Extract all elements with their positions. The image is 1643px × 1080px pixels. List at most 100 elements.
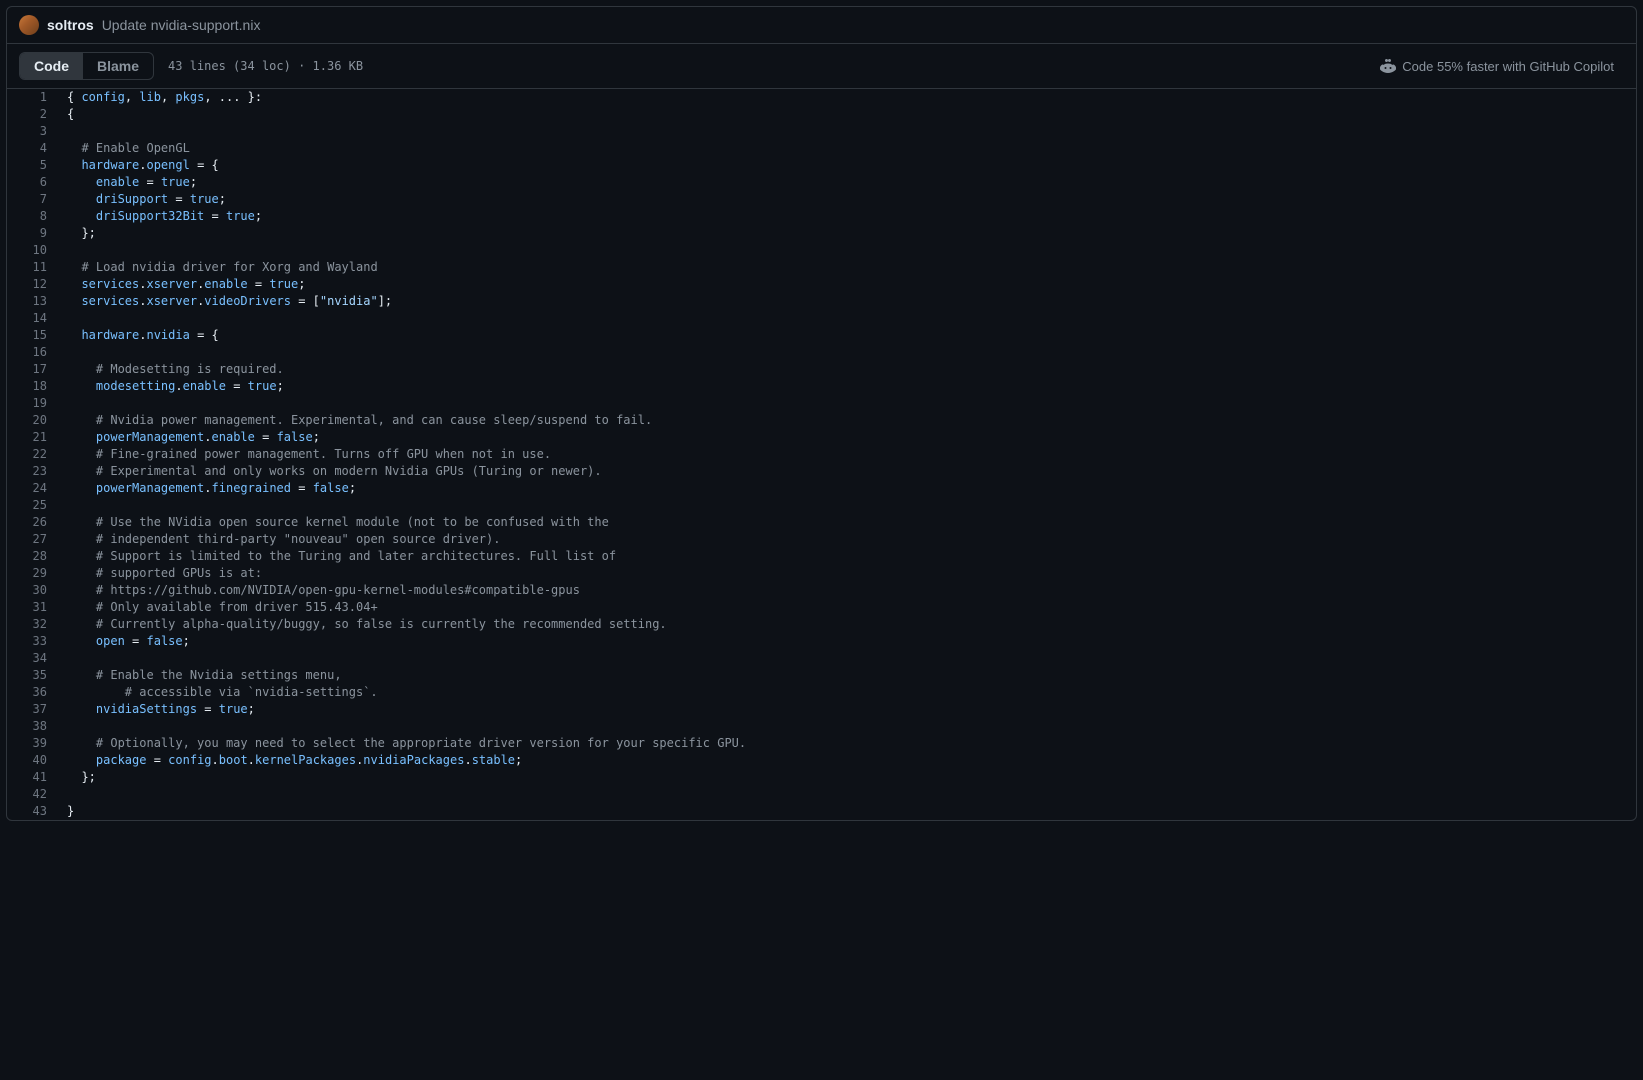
line-content[interactable]: # supported GPUs is at: xyxy=(67,565,262,582)
code-line[interactable]: 39 # Optionally, you may need to select … xyxy=(7,735,1636,752)
code-line[interactable]: 34 xyxy=(7,650,1636,667)
code-line[interactable]: 22 # Fine-grained power management. Turn… xyxy=(7,446,1636,463)
code-line[interactable]: 25 xyxy=(7,497,1636,514)
line-number[interactable]: 13 xyxy=(7,293,67,310)
line-content[interactable]: # https://github.com/NVIDIA/open-gpu-ker… xyxy=(67,582,580,599)
line-number[interactable]: 18 xyxy=(7,378,67,395)
line-content[interactable]: # Modesetting is required. xyxy=(67,361,284,378)
line-number[interactable]: 22 xyxy=(7,446,67,463)
line-content[interactable]: services.xserver.enable = true; xyxy=(67,276,305,293)
line-number[interactable]: 15 xyxy=(7,327,67,344)
code-line[interactable]: 7 driSupport = true; xyxy=(7,191,1636,208)
line-number[interactable]: 8 xyxy=(7,208,67,225)
code-line[interactable]: 42 xyxy=(7,786,1636,803)
code-line[interactable]: 20 # Nvidia power management. Experiment… xyxy=(7,412,1636,429)
line-number[interactable]: 2 xyxy=(7,106,67,123)
code-line[interactable]: 41 }; xyxy=(7,769,1636,786)
line-content[interactable]: enable = true; xyxy=(67,174,197,191)
line-number[interactable]: 37 xyxy=(7,701,67,718)
line-content[interactable]: { config, lib, pkgs, ... }: xyxy=(67,89,262,106)
author-name[interactable]: soltros xyxy=(47,17,94,33)
code-line[interactable]: 24 powerManagement.finegrained = false; xyxy=(7,480,1636,497)
code-line[interactable]: 6 enable = true; xyxy=(7,174,1636,191)
code-line[interactable]: 33 open = false; xyxy=(7,633,1636,650)
code-line[interactable]: 28 # Support is limited to the Turing an… xyxy=(7,548,1636,565)
code-line[interactable]: 40 package = config.boot.kernelPackages.… xyxy=(7,752,1636,769)
line-number[interactable]: 31 xyxy=(7,599,67,616)
code-line[interactable]: 12 services.xserver.enable = true; xyxy=(7,276,1636,293)
line-content[interactable]: modesetting.enable = true; xyxy=(67,378,284,395)
line-number[interactable]: 38 xyxy=(7,718,67,735)
code-line[interactable]: 11 # Load nvidia driver for Xorg and Way… xyxy=(7,259,1636,276)
line-content[interactable]: # independent third-party "nouveau" open… xyxy=(67,531,500,548)
line-number[interactable]: 42 xyxy=(7,786,67,803)
line-number[interactable]: 26 xyxy=(7,514,67,531)
line-number[interactable]: 11 xyxy=(7,259,67,276)
line-number[interactable]: 27 xyxy=(7,531,67,548)
line-number[interactable]: 21 xyxy=(7,429,67,446)
line-content[interactable]: powerManagement.enable = false; xyxy=(67,429,320,446)
line-number[interactable]: 33 xyxy=(7,633,67,650)
line-content[interactable]: # Optionally, you may need to select the… xyxy=(67,735,746,752)
line-number[interactable]: 36 xyxy=(7,684,67,701)
code-tab[interactable]: Code xyxy=(20,53,83,79)
line-content[interactable]: package = config.boot.kernelPackages.nvi… xyxy=(67,752,522,769)
line-content[interactable]: }; xyxy=(67,769,96,786)
line-content[interactable]: # Fine-grained power management. Turns o… xyxy=(67,446,551,463)
code-line[interactable]: 26 # Use the NVidia open source kernel m… xyxy=(7,514,1636,531)
line-number[interactable]: 19 xyxy=(7,395,67,412)
code-line[interactable]: 14 xyxy=(7,310,1636,327)
code-line[interactable]: 8 driSupport32Bit = true; xyxy=(7,208,1636,225)
code-line[interactable]: 16 xyxy=(7,344,1636,361)
line-content[interactable]: # Currently alpha-quality/buggy, so fals… xyxy=(67,616,667,633)
code-line[interactable]: 31 # Only available from driver 515.43.0… xyxy=(7,599,1636,616)
line-content[interactable]: driSupport = true; xyxy=(67,191,226,208)
line-number[interactable]: 9 xyxy=(7,225,67,242)
line-content[interactable]: # Use the NVidia open source kernel modu… xyxy=(67,514,609,531)
line-number[interactable]: 20 xyxy=(7,412,67,429)
line-number[interactable]: 12 xyxy=(7,276,67,293)
line-number[interactable]: 32 xyxy=(7,616,67,633)
line-content[interactable]: services.xserver.videoDrivers = ["nvidia… xyxy=(67,293,392,310)
code-line[interactable]: 29 # supported GPUs is at: xyxy=(7,565,1636,582)
line-number[interactable]: 34 xyxy=(7,650,67,667)
line-number[interactable]: 43 xyxy=(7,803,67,820)
code-line[interactable]: 17 # Modesetting is required. xyxy=(7,361,1636,378)
line-number[interactable]: 24 xyxy=(7,480,67,497)
line-number[interactable]: 39 xyxy=(7,735,67,752)
code-line[interactable]: 5 hardware.opengl = { xyxy=(7,157,1636,174)
code-line[interactable]: 9 }; xyxy=(7,225,1636,242)
line-content[interactable]: # accessible via `nvidia-settings`. xyxy=(67,684,378,701)
line-number[interactable]: 5 xyxy=(7,157,67,174)
code-line[interactable]: 1{ config, lib, pkgs, ... }: xyxy=(7,89,1636,106)
code-line[interactable]: 36 # accessible via `nvidia-settings`. xyxy=(7,684,1636,701)
line-content[interactable]: driSupport32Bit = true; xyxy=(67,208,262,225)
code-line[interactable]: 38 xyxy=(7,718,1636,735)
line-content[interactable]: # Support is limited to the Turing and l… xyxy=(67,548,616,565)
line-content[interactable]: }; xyxy=(67,225,96,242)
code-line[interactable]: 2{ xyxy=(7,106,1636,123)
author-avatar[interactable] xyxy=(19,15,39,35)
code-line[interactable]: 13 services.xserver.videoDrivers = ["nvi… xyxy=(7,293,1636,310)
code-line[interactable]: 35 # Enable the Nvidia settings menu, xyxy=(7,667,1636,684)
line-number[interactable]: 4 xyxy=(7,140,67,157)
code-line[interactable]: 10 xyxy=(7,242,1636,259)
line-number[interactable]: 30 xyxy=(7,582,67,599)
line-number[interactable]: 6 xyxy=(7,174,67,191)
line-number[interactable]: 41 xyxy=(7,769,67,786)
code-line[interactable]: 21 powerManagement.enable = false; xyxy=(7,429,1636,446)
code-line[interactable]: 43} xyxy=(7,803,1636,820)
line-content[interactable]: # Only available from driver 515.43.04+ xyxy=(67,599,378,616)
line-number[interactable]: 16 xyxy=(7,344,67,361)
line-number[interactable]: 1 xyxy=(7,89,67,106)
line-number[interactable]: 17 xyxy=(7,361,67,378)
line-number[interactable]: 7 xyxy=(7,191,67,208)
line-number[interactable]: 28 xyxy=(7,548,67,565)
line-content[interactable]: hardware.nvidia = { xyxy=(67,327,219,344)
line-content[interactable]: nvidiaSettings = true; xyxy=(67,701,255,718)
code-line[interactable]: 30 # https://github.com/NVIDIA/open-gpu-… xyxy=(7,582,1636,599)
line-number[interactable]: 23 xyxy=(7,463,67,480)
code-line[interactable]: 3 xyxy=(7,123,1636,140)
code-content[interactable]: 1{ config, lib, pkgs, ... }:2{34 # Enabl… xyxy=(7,89,1636,820)
line-content[interactable]: hardware.opengl = { xyxy=(67,157,219,174)
